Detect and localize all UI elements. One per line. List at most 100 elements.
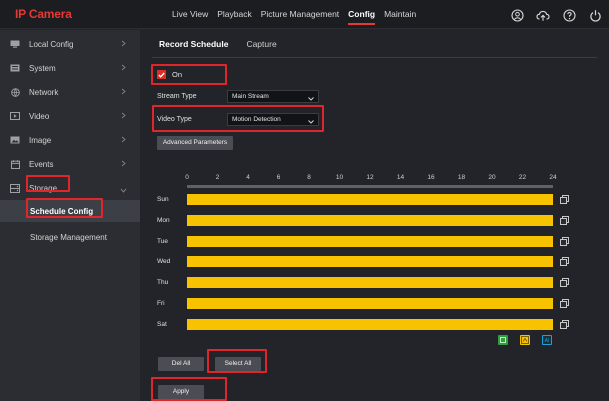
schedule-bar[interactable] xyxy=(187,298,553,309)
schedule-row: Thu xyxy=(157,277,597,289)
video-icon xyxy=(10,112,20,120)
nav-config[interactable]: Config xyxy=(348,0,375,29)
chevron-right-icon xyxy=(121,112,126,121)
chevron-right-icon xyxy=(121,136,126,145)
sidebar-item-label: Network xyxy=(29,87,59,97)
sidebar: Local Config System Network Video Image … xyxy=(0,30,140,401)
image-icon xyxy=(10,136,20,144)
stream-type-row: Stream Type Main Stream xyxy=(157,89,319,103)
copy-icon[interactable] xyxy=(560,299,569,308)
schedule-bar[interactable] xyxy=(187,194,553,205)
schedule-row: Tue xyxy=(157,235,597,248)
copy-icon[interactable] xyxy=(560,278,569,288)
nav-live-view[interactable]: Live View xyxy=(172,0,208,29)
chevron-down-icon xyxy=(120,186,127,195)
hour-label: 18 xyxy=(457,174,466,181)
storage-icon xyxy=(10,183,20,193)
video-type-select[interactable]: Motion Detection xyxy=(227,112,319,128)
hour-label: 2 xyxy=(215,174,220,181)
chevron-down-icon xyxy=(308,94,314,105)
hour-label: 6 xyxy=(276,174,281,181)
schedule-row: Fri xyxy=(157,298,597,310)
main-nav: Live View Playback Picture Management Co… xyxy=(172,0,425,29)
hour-label: 8 xyxy=(307,174,311,181)
schedule-bar[interactable] xyxy=(187,214,553,226)
power-icon[interactable] xyxy=(587,7,603,23)
tabs: Record Schedule Capture xyxy=(159,36,295,52)
copy-icon[interactable] xyxy=(560,257,569,267)
hour-label: 24 xyxy=(549,174,557,181)
sidebar-item-network[interactable]: Network xyxy=(0,80,140,104)
legend-motion[interactable] xyxy=(520,335,530,345)
sidebar-item-label: Events xyxy=(29,159,54,169)
top-bar: IP Camera Live View Playback Picture Man… xyxy=(0,0,609,29)
day-label: Thu xyxy=(157,279,169,287)
hours-ruler xyxy=(187,185,553,188)
sidebar-item-label: Image xyxy=(29,135,52,145)
day-label: Fri xyxy=(157,300,165,307)
schedule-bar[interactable] xyxy=(187,318,553,330)
stream-type-select[interactable]: Main Stream xyxy=(227,89,319,105)
day-label: Sun xyxy=(157,196,169,203)
hour-label: 10 xyxy=(335,174,344,181)
schedule-row: Sun xyxy=(157,194,597,206)
tab-capture[interactable]: Capture xyxy=(246,36,276,52)
day-label: Wed xyxy=(157,258,171,266)
copy-icon[interactable] xyxy=(560,319,569,329)
hour-label: 16 xyxy=(427,174,435,181)
day-label: Sat xyxy=(157,320,167,328)
day-label: Mon xyxy=(157,216,170,224)
sidebar-subitem-storage-management[interactable]: Storage Management xyxy=(0,226,140,248)
hour-label: 14 xyxy=(396,174,405,181)
copy-icon[interactable] xyxy=(560,236,569,246)
schedule-bar[interactable] xyxy=(187,277,553,289)
tab-record-schedule[interactable]: Record Schedule xyxy=(159,36,228,52)
video-type-row: Video Type Motion Detection xyxy=(157,112,319,126)
schedule-bar[interactable] xyxy=(187,235,553,247)
sidebar-item-label: System xyxy=(29,63,56,73)
copy-icon[interactable] xyxy=(560,215,569,225)
schedule-row: Sat xyxy=(157,318,597,331)
copy-icon[interactable] xyxy=(560,195,569,204)
stream-type-label: Stream Type xyxy=(157,92,197,100)
del-all-button[interactable]: Del All xyxy=(158,357,204,371)
hour-label: 0 xyxy=(185,174,189,181)
system-icon xyxy=(10,64,20,72)
enable-checkbox[interactable] xyxy=(157,70,166,79)
sidebar-item-events[interactable]: Events xyxy=(0,152,140,176)
chevron-right-icon xyxy=(121,40,126,49)
sidebar-item-image[interactable]: Image xyxy=(0,128,140,152)
hour-label: 4 xyxy=(246,174,250,181)
video-type-label: Video Type xyxy=(157,115,192,123)
tab-divider xyxy=(152,57,597,58)
chevron-right-icon xyxy=(121,160,126,169)
apply-button[interactable]: Apply xyxy=(158,385,204,399)
sidebar-item-system[interactable]: System xyxy=(0,56,140,80)
cloud-icon[interactable] xyxy=(535,7,551,23)
user-icon[interactable] xyxy=(509,7,525,23)
enable-row: On xyxy=(157,70,182,79)
schedule-bar[interactable] xyxy=(187,256,553,268)
sidebar-item-label: Video xyxy=(29,111,50,121)
sidebar-item-video[interactable]: Video xyxy=(0,104,140,128)
chevron-right-icon xyxy=(121,88,126,97)
hour-label: 22 xyxy=(518,174,527,181)
chevron-right-icon xyxy=(121,64,126,73)
top-icons xyxy=(499,7,603,23)
sidebar-subitem-schedule-config[interactable]: Schedule Config xyxy=(0,200,140,222)
nav-picture-management[interactable]: Picture Management xyxy=(261,0,339,29)
nav-playback[interactable]: Playback xyxy=(217,0,252,29)
sidebar-item-local-config[interactable]: Local Config xyxy=(0,32,140,56)
network-icon xyxy=(10,87,20,97)
svg-text:AI: AI xyxy=(545,338,550,344)
advanced-parameters-button[interactable]: Advanced Parameters xyxy=(157,136,233,150)
sidebar-item-storage[interactable]: Storage xyxy=(0,176,140,200)
legend-timing[interactable] xyxy=(498,335,508,345)
select-all-button[interactable]: Select All xyxy=(215,357,261,371)
nav-maintain[interactable]: Maintain xyxy=(384,0,416,29)
schedule-grid: 0 2 4 6 8 10 12 14 16 18 20 22 24 Sun Mon Tue Wed Thu Fri… xyxy=(157,172,597,352)
sidebar-item-label: Storage xyxy=(29,183,58,193)
chevron-down-icon xyxy=(308,117,314,128)
help-icon[interactable] xyxy=(561,7,577,23)
legend-ai[interactable]: AI xyxy=(542,335,552,345)
